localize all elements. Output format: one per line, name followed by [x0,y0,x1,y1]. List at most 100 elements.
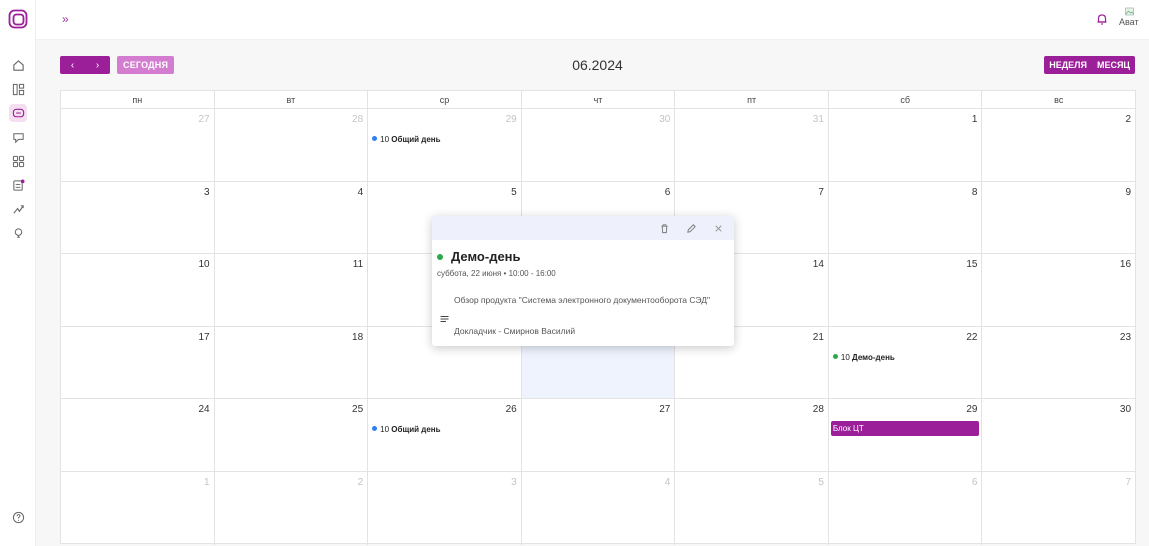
today-button[interactable]: СЕГОДНЯ [117,56,175,74]
day-number: 26 [505,404,517,416]
calendar-toolbar: 06.2024 ‹ › СЕГОДНЯ НЕДЕЛЯ МЕСЯЦ [60,56,1135,74]
close-icon[interactable] [712,222,724,234]
day-cell[interactable]: 16 [982,254,1135,326]
day-cell[interactable]: 29 10 Общий день [368,109,522,181]
day-number: 29 [966,404,978,416]
chat-alt-icon[interactable] [9,128,27,146]
day-cell[interactable]: 1 [829,109,983,181]
day-cell[interactable]: 26 10 Общий день [368,399,522,471]
day-number: 17 [198,331,210,343]
day-number: 30 [659,114,671,125]
day-cell[interactable]: 4 [522,471,676,545]
day-cell[interactable]: 27 [522,399,676,471]
day-cell[interactable]: 9 [982,182,1135,254]
day-cell[interactable]: 28 [675,399,829,471]
broken-image-icon [1125,7,1134,16]
day-number: 28 [352,114,364,125]
chat-icon[interactable] [9,104,27,122]
day-number: 16 [1119,259,1132,271]
delete-icon[interactable] [658,222,670,234]
popup-header [432,216,734,240]
day-cell[interactable]: 29 Блок ЦТ [829,399,983,471]
event-title: Демо-день [852,352,895,362]
day-number: 2 [1125,114,1132,125]
day-number: 22 [966,331,978,343]
day-number: 3 [511,476,517,488]
expand-sidebar-button[interactable]: » [62,12,69,26]
day-cell[interactable]: 10 [61,254,215,326]
month-view-button[interactable]: МЕСЯЦ [1092,56,1135,74]
day-cell[interactable]: 1 [61,471,215,545]
day-cell[interactable]: 23 [982,327,1135,399]
day-cell[interactable]: 30 [522,109,676,181]
day-cell[interactable]: 3 [61,181,215,254]
day-cell[interactable]: 30 [982,399,1135,471]
day-cell[interactable]: 7 [982,472,1135,545]
day-cell[interactable]: 3 [368,471,522,545]
day-cell[interactable]: 24 [61,399,215,471]
day-cell[interactable]: 2 [982,109,1135,181]
edit-icon[interactable] [685,222,697,234]
day-cell[interactable]: 17 [61,326,215,399]
route-icon[interactable] [9,200,27,218]
calendar-event[interactable]: 10 Общий день [372,135,441,144]
help-icon[interactable] [9,508,27,526]
calendar-event-bar[interactable]: Блок ЦТ [830,421,980,437]
week-row: 24 25 26 10 Общий день 27 28 29 Блок ЦТ 30 [61,399,1135,472]
week-row: 27 28 29 10 Общий день 30 31 1 2 [61,109,1135,182]
event-dot [372,136,378,141]
day-cell[interactable]: 25 [215,399,369,471]
day-number: 15 [966,259,978,271]
weekday-label: вс [1054,95,1064,105]
day-number: 7 [818,186,824,198]
day-number: 5 [818,476,824,488]
avatar[interactable]: Ават [1119,7,1145,35]
description-icon [440,316,449,322]
day-cell[interactable]: 28 [215,109,369,181]
home-icon[interactable] [9,56,27,74]
day-cell[interactable]: 4 [215,181,369,254]
day-cell[interactable]: 2 [215,471,369,545]
event-time: 10 [840,352,850,362]
period-title: 06.2024 [572,57,623,73]
day-cell[interactable]: 22 10 Демо-день [829,326,983,399]
popup-speaker: Докладчик - Смирнов Василий [454,326,576,336]
day-number: 3 [204,186,210,198]
event-title: Общий день [391,425,441,435]
day-cell[interactable]: 31 [675,109,829,181]
view-switcher: НЕДЕЛЯ МЕСЯЦ [1044,56,1135,74]
day-number: 30 [1119,404,1132,416]
weekday-header: пн вт ср чт пт сб вс [61,91,1135,109]
day-number: 6 [664,186,671,198]
grid-icon[interactable] [9,152,27,170]
bell-icon[interactable] [1095,12,1109,26]
event-title: Общий день [391,135,441,144]
bulb-icon[interactable] [9,224,27,242]
event-time: 10 [380,425,390,435]
day-number: 2 [357,476,364,488]
day-cell[interactable]: 5 [675,471,829,545]
day-cell[interactable]: 27 [61,109,215,181]
day-number: 25 [352,404,364,416]
app-logo[interactable] [8,9,28,29]
week-view-button[interactable]: НЕДЕЛЯ [1044,56,1092,74]
prev-period-button[interactable]: ‹ [60,56,85,74]
day-number: 7 [1125,476,1132,488]
day-cell[interactable]: 18 [215,326,369,399]
day-cell[interactable]: 11 [215,254,369,326]
calendar-event[interactable]: 10 Общий день [372,425,441,435]
document-icon[interactable] [9,176,27,194]
dashboard-icon[interactable] [9,80,27,98]
calendar-event[interactable]: 10 Демо-день [832,352,895,362]
day-number: 8 [971,186,978,198]
avatar-alt-text: Ават [1119,17,1139,27]
day-number: 28 [812,404,824,416]
sidebar [0,0,36,546]
day-number: 4 [357,186,364,198]
day-cell[interactable]: 6 [829,471,983,545]
weekday-label: ср [368,91,522,108]
weekday-label: пн [61,91,215,108]
day-cell[interactable]: 8 [829,181,983,254]
next-period-button[interactable]: › [85,56,110,74]
day-cell[interactable]: 15 [829,254,983,326]
